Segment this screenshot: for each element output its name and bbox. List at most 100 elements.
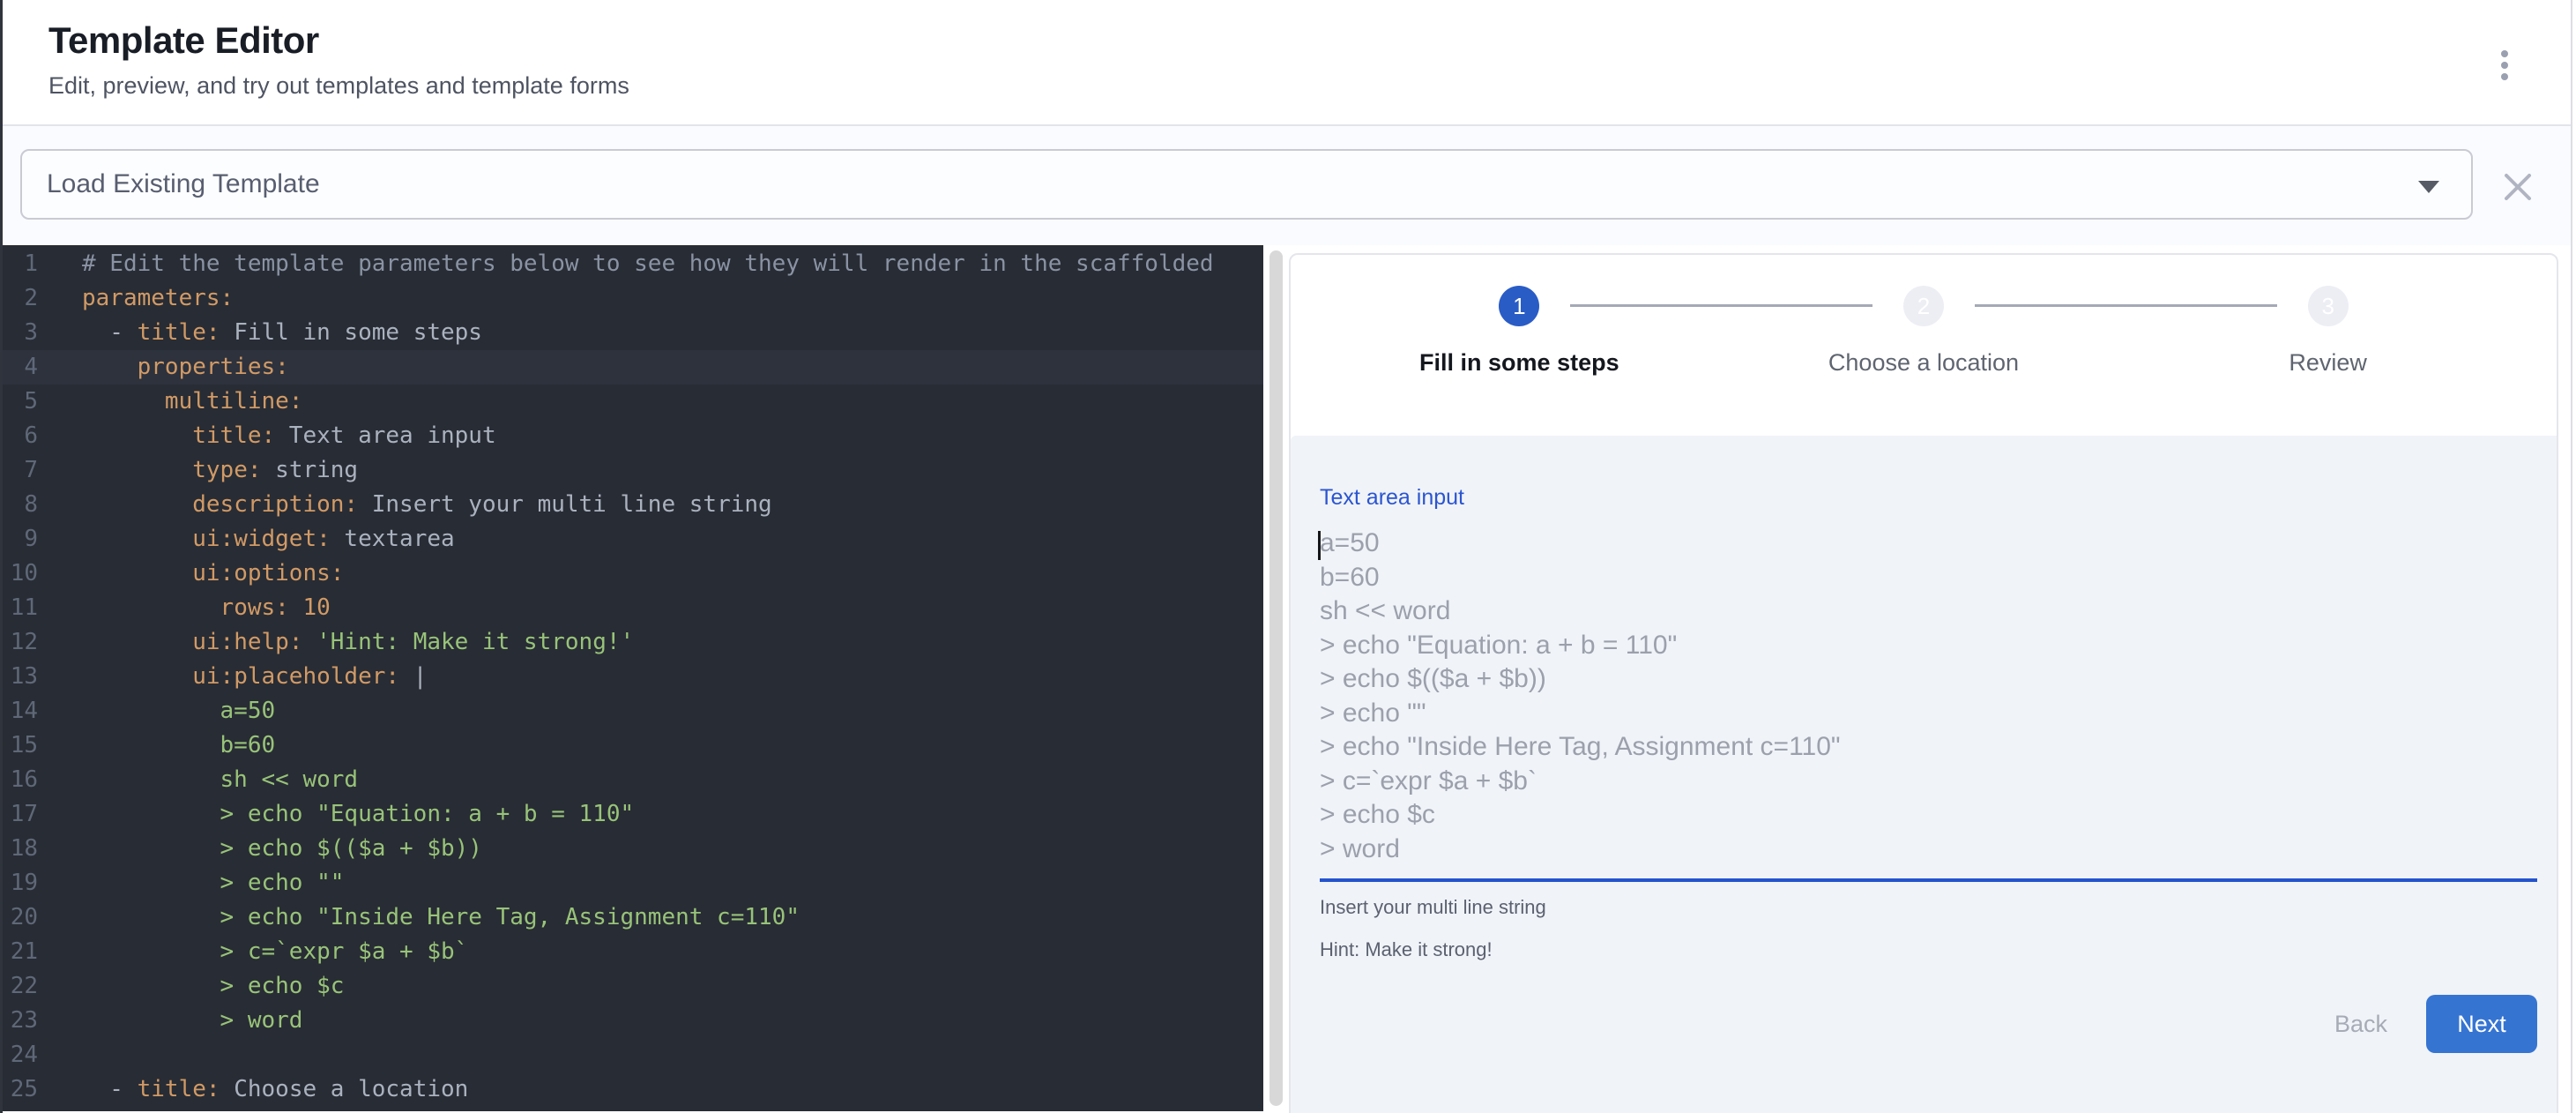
page-title: Template Editor: [48, 0, 2571, 62]
editor-line[interactable]: 21 > c=`expr $a + $b`: [3, 935, 1263, 969]
editor-line[interactable]: 7 type: string: [3, 453, 1263, 488]
editor-line[interactable]: 4 properties:: [3, 350, 1263, 385]
line-number: 13: [3, 660, 38, 694]
placeholder-line: > echo "Inside Here Tag, Assignment c=11…: [1320, 730, 2539, 765]
editor-line[interactable]: 1# Edit the template parameters below to…: [3, 247, 1263, 281]
token-pun: [82, 594, 220, 621]
back-button[interactable]: Back: [2312, 998, 2410, 1050]
placeholder-line: > echo $c: [1320, 798, 2539, 833]
step-label: Review: [2289, 349, 2367, 377]
line-number: 22: [3, 969, 38, 1004]
token-key: description:: [192, 491, 358, 518]
page-subtitle: Edit, preview, and try out templates and…: [48, 72, 2571, 100]
code-text: > echo $c: [82, 969, 344, 1004]
yaml-code-editor[interactable]: 1# Edit the template parameters below to…: [3, 245, 1263, 1111]
line-number: 20: [3, 900, 38, 935]
code-text: properties:: [82, 350, 289, 385]
token-key: rows:: [220, 594, 289, 621]
line-number: 7: [3, 453, 38, 488]
editor-line[interactable]: 19 > echo "": [3, 866, 1263, 900]
editor-line[interactable]: 16 sh << word: [3, 763, 1263, 797]
editor-line[interactable]: 25 - title: Choose a location: [3, 1072, 1263, 1107]
token-pun: [82, 422, 192, 449]
load-template-select[interactable]: Load Existing Template: [20, 149, 2473, 220]
editor-line[interactable]: 15 b=60: [3, 728, 1263, 763]
editor-line[interactable]: 11 rows: 10: [3, 591, 1263, 625]
line-number: 17: [3, 797, 38, 832]
editor-line[interactable]: 18 > echo $(($a + $b)): [3, 832, 1263, 866]
token-com: # Edit the template parameters below to …: [82, 250, 1214, 277]
token-str: sh << word: [82, 766, 358, 793]
token-str: b=60: [82, 732, 275, 758]
editor-line[interactable]: 17 > echo "Equation: a + b = 110": [3, 797, 1263, 832]
token-pun: [82, 354, 138, 380]
token-val: textarea: [331, 526, 455, 552]
token-str: > echo "Inside Here Tag, Assignment c=11…: [82, 904, 800, 930]
code-text: ui:placeholder: |: [82, 660, 427, 694]
kebab-dot: [2501, 50, 2508, 57]
editor-line[interactable]: 23 > word: [3, 1004, 1263, 1038]
line-number: 23: [3, 1004, 38, 1038]
token-pun: -: [82, 1076, 138, 1102]
editor-line[interactable]: 3 - title: Fill in some steps: [3, 316, 1263, 350]
code-text: ui:help: 'Hint: Make it strong!': [82, 625, 634, 660]
code-text: a=50: [82, 694, 275, 728]
more-options-button[interactable]: [2487, 41, 2522, 90]
editor-line[interactable]: 10 ui:options:: [3, 556, 1263, 591]
editor-line[interactable]: 6 title: Text area input: [3, 419, 1263, 453]
editor-line[interactable]: 8 description: Insert your multi line st…: [3, 488, 1263, 522]
token-pun: [82, 388, 165, 415]
code-text: multiline:: [82, 385, 302, 419]
editor-line[interactable]: 5 multiline:: [3, 385, 1263, 419]
token-key: title:: [138, 319, 220, 346]
editor-line[interactable]: 24: [3, 1038, 1263, 1072]
line-number: 19: [3, 866, 38, 900]
placeholder-line: a=50: [1320, 527, 2539, 561]
line-number: 21: [3, 935, 38, 969]
code-text: sh << word: [82, 763, 358, 797]
kebab-dot: [2501, 73, 2508, 80]
token-key: properties:: [138, 354, 289, 380]
editor-line[interactable]: 13 ui:placeholder: |: [3, 660, 1263, 694]
token-val: string: [262, 457, 359, 483]
token-pun: [82, 457, 192, 483]
placeholder-line: > echo "": [1320, 697, 2539, 731]
token-key: title:: [138, 1076, 220, 1102]
editor-line[interactable]: 22 > echo $c: [3, 969, 1263, 1004]
code-text: b=60: [82, 728, 275, 763]
editor-line[interactable]: 14 a=50: [3, 694, 1263, 728]
token-pun: [82, 560, 192, 586]
line-number: 10: [3, 556, 38, 591]
multiline-textarea[interactable]: a=50b=60sh << word> echo "Equation: a + …: [1320, 527, 2539, 866]
token-str: > echo $(($a + $b)): [82, 835, 482, 862]
clear-selection-button[interactable]: [2498, 167, 2538, 207]
editor-line[interactable]: 20 > echo "Inside Here Tag, Assignment c…: [3, 900, 1263, 935]
editor-line[interactable]: 9 ui:widget: textarea: [3, 522, 1263, 556]
token-val: |: [399, 663, 427, 690]
editor-line[interactable]: 2parameters:: [3, 281, 1263, 316]
token-val: Choose a location: [220, 1076, 469, 1102]
token-key: ui:options:: [192, 560, 344, 586]
editor-scrollbar: [1263, 245, 1288, 1111]
token-pun: [82, 629, 192, 655]
template-editor-app: Template Editor Edit, preview, and try o…: [0, 0, 2572, 1113]
token-key: multiline:: [165, 388, 303, 415]
kebab-dot: [2501, 62, 2508, 69]
stepper-step-review: 3 Review: [2126, 286, 2530, 377]
step-label: Fill in some steps: [1419, 349, 1619, 377]
line-number: 25: [3, 1072, 38, 1107]
template-preview-pane: 1 Fill in some steps 2 Choose a location…: [1288, 245, 2571, 1111]
toolbar: Load Existing Template: [3, 126, 2571, 245]
line-number: 18: [3, 832, 38, 866]
code-text: > c=`expr $a + $b`: [82, 935, 468, 969]
token-str: 'Hint: Make it strong!': [302, 629, 634, 655]
code-text: > echo "Inside Here Tag, Assignment c=11…: [82, 900, 800, 935]
code-text: - title: Fill in some steps: [82, 316, 482, 350]
field-description: Insert your multi line string: [1320, 896, 2539, 919]
editor-line[interactable]: 12 ui:help: 'Hint: Make it strong!': [3, 625, 1263, 660]
scrollbar-thumb[interactable]: [1269, 250, 1283, 1106]
next-button[interactable]: Next: [2426, 995, 2537, 1053]
line-number: 3: [3, 316, 38, 350]
line-number: 15: [3, 728, 38, 763]
token-pun: [82, 526, 192, 552]
